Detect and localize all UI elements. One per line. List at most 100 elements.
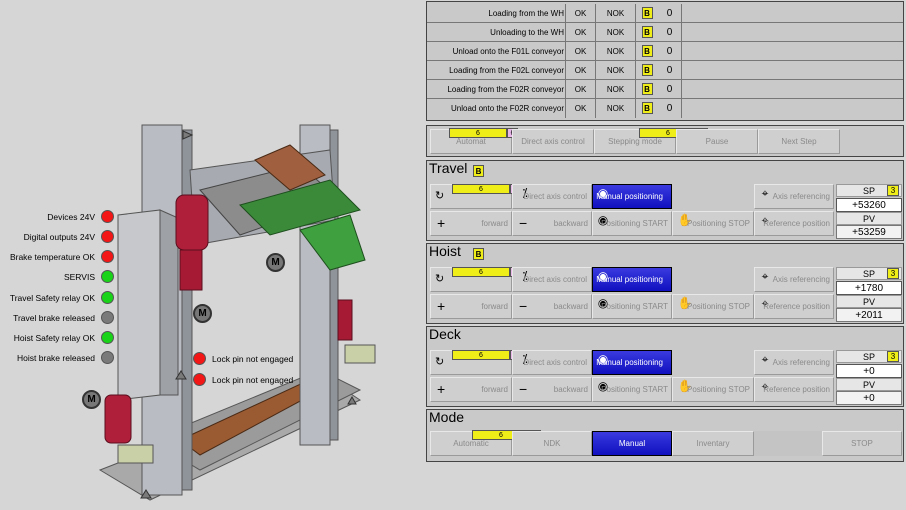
direct-axis-button[interactable]: ⁒ Direct axis control (512, 350, 592, 375)
motor-icon: M (266, 253, 285, 272)
status-lamp (101, 291, 114, 304)
manual-positioning-button[interactable]: ◉ Manual positioning (592, 184, 672, 209)
badge-cell: B (636, 42, 658, 61)
blank-slot (672, 184, 754, 209)
nok-cell: NOK (596, 61, 636, 80)
direct-axis-button[interactable]: Direct axis control (512, 129, 594, 154)
reset-icon: ↻ (435, 273, 445, 285)
pause-button[interactable]: Pause (676, 129, 758, 154)
signal-row: Travel brake released (13, 311, 114, 324)
stop-button[interactable]: STOP (822, 431, 902, 456)
panel-title: Deck (429, 326, 461, 342)
lock-pin-row: Lock pin not engaged (193, 373, 293, 386)
axis-referencing-button[interactable]: ⌖ Axis referencing (754, 350, 834, 375)
backward-button[interactable]: − backward (512, 377, 592, 402)
direct-axis-button[interactable]: ⁒ Direct axis control (512, 267, 592, 292)
table-row: Loading from the WH OK NOK B 0 (427, 4, 903, 23)
ok-cell: OK (566, 23, 596, 42)
counter: 66 (452, 184, 521, 194)
b-badge[interactable]: B (473, 248, 484, 260)
row-label: Loading from the F02R conveyor (427, 80, 566, 99)
b-badge[interactable]: B (641, 26, 653, 38)
sp-header: SP 3 (836, 267, 902, 280)
signal-label: Brake temperature OK (9, 251, 95, 262)
manual-positioning-button[interactable]: ◉ Manual positioning (592, 350, 672, 375)
pv-header: PV (836, 212, 902, 225)
pv-header: PV (836, 378, 902, 391)
sp-badge: 3 (887, 351, 899, 362)
badge-cell: B (636, 99, 658, 118)
positioning-start-button[interactable]: ◉ Positioning START (592, 211, 672, 236)
direct-axis-button[interactable]: ⁒ Direct axis control (512, 184, 592, 209)
plus-icon: + (437, 215, 446, 231)
pv-header: PV (836, 295, 902, 308)
ok-cell: OK (566, 61, 596, 80)
signal-label: Hoist Safety relay OK (13, 332, 95, 343)
positioning-stop-button[interactable]: ✋ Positioning STOP (672, 211, 754, 236)
status-lamp (101, 311, 114, 324)
status-lamp (101, 331, 114, 344)
forward-button[interactable]: + forward (430, 211, 512, 236)
manual-mode-button[interactable]: Manual (592, 431, 672, 456)
signal-row: Hoist Safety relay OK (14, 331, 114, 344)
manual-positioning-button[interactable]: ◉ Manual positioning (592, 267, 672, 292)
sp-value-input[interactable]: +0 (836, 364, 902, 378)
lock-pin-lamp (193, 352, 206, 365)
positioning-stop-button[interactable]: ✋ Positioning STOP (672, 294, 754, 319)
badge-cell: B (636, 4, 658, 23)
signal-row: SERVIS (64, 270, 114, 283)
blank-slot (754, 431, 822, 456)
forward-button[interactable]: + forward (430, 294, 512, 319)
hoist-panel: Hoist B ↻ 66 ⁒Direct axis control ◉Manua… (426, 243, 904, 324)
minus-icon: − (519, 381, 528, 397)
count-cell: 0 (658, 23, 682, 42)
ok-cell: OK (566, 80, 596, 99)
panel-title: Hoist (429, 243, 461, 259)
row-label: Loading from the WH (427, 4, 566, 23)
panel-title: Mode (429, 409, 465, 425)
nok-cell: NOK (596, 4, 636, 23)
signal-row: Digital outputs 24V (24, 230, 114, 243)
axis-referencing-button[interactable]: ⌖ Axis referencing (754, 267, 834, 292)
signal-label: Digital outputs 24V (23, 231, 95, 242)
status-table: Loading from the WH OK NOK B 0 Unloading… (426, 1, 904, 121)
count-cell: 0 (658, 4, 682, 23)
reference-position-button[interactable]: ⌖ Reference position (754, 294, 834, 319)
ok-cell: OK (566, 4, 596, 23)
count-cell: 0 (658, 42, 682, 61)
forward-button[interactable]: + forward (430, 377, 512, 402)
b-badge[interactable]: B (641, 64, 653, 76)
pv-value: +2011 (836, 308, 902, 322)
b-badge[interactable]: B (641, 7, 653, 19)
count-cell: 0 (658, 99, 682, 118)
reference-position-button[interactable]: ⌖ Reference position (754, 377, 834, 402)
sp-value-input[interactable]: +53260 (836, 198, 902, 212)
pv-value: +53259 (836, 225, 902, 239)
status-lamp (101, 210, 114, 223)
reference-position-button[interactable]: ⌖ Reference position (754, 211, 834, 236)
table-row: Unloading to the WH OK NOK B 0 (427, 23, 903, 42)
next-step-button[interactable]: Next Step (758, 129, 840, 154)
table-row: Unload onto the F02R conveyor OK NOK B 0 (427, 99, 903, 118)
backward-button[interactable]: − backward (512, 294, 592, 319)
inventary-button[interactable]: Inventary (672, 431, 754, 456)
lock-pin-label: Lock pin not engaged (212, 374, 294, 385)
ndk-button[interactable]: NDK (512, 431, 592, 456)
signal-label: Hoist brake released (17, 352, 95, 363)
signal-label: Travel brake released (13, 312, 95, 323)
signal-row: Travel Safety relay OK (10, 291, 114, 304)
badge-cell: B (636, 61, 658, 80)
positioning-start-button[interactable]: ◉ Positioning START (592, 294, 672, 319)
positioning-start-button[interactable]: ◉ Positioning START (592, 377, 672, 402)
minus-icon: − (519, 215, 528, 231)
axis-referencing-button[interactable]: ⌖ Axis referencing (754, 184, 834, 209)
b-badge[interactable]: B (473, 165, 484, 177)
b-badge[interactable]: B (641, 45, 653, 57)
b-badge[interactable]: B (641, 83, 653, 95)
backward-button[interactable]: − backward (512, 211, 592, 236)
b-badge[interactable]: B (641, 102, 653, 114)
sp-value-input[interactable]: +1780 (836, 281, 902, 295)
nok-cell: NOK (596, 23, 636, 42)
positioning-stop-button[interactable]: ✋ Positioning STOP (672, 377, 754, 402)
counter: 66 (452, 267, 521, 277)
